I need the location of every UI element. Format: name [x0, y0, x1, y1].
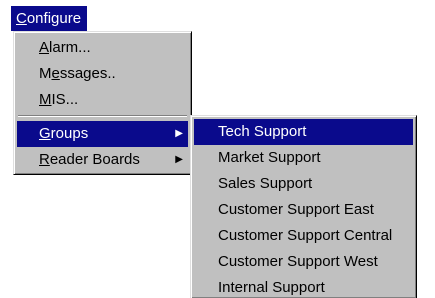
- reader-boards-mnemonic: R: [39, 151, 50, 168]
- menu-item-messages[interactable]: Messages..: [17, 61, 188, 87]
- submenu-item-label: Tech Support: [218, 123, 307, 140]
- submenu-item-sales-support[interactable]: Sales Support: [194, 171, 413, 197]
- messages-mnemonic: e: [51, 65, 60, 82]
- groups-label: roups: [50, 125, 89, 142]
- messages-label-end: ssages..: [59, 65, 116, 82]
- submenu-arrow-icon: ▶: [175, 154, 183, 165]
- menu-item-alarm[interactable]: Alarm...: [17, 35, 188, 61]
- submenu-item-tech-support[interactable]: Tech Support: [194, 119, 413, 145]
- submenu-item-customer-support-east[interactable]: Customer Support East: [194, 197, 413, 223]
- alarm-mnemonic: A: [39, 39, 50, 56]
- configure-label: onfigure: [26, 10, 82, 27]
- submenu-item-label: Customer Support Central: [218, 227, 393, 244]
- groups-submenu: Tech Support Market Support Sales Suppor…: [190, 115, 417, 298]
- menu-separator: [18, 115, 187, 117]
- menu-item-groups[interactable]: Groups ▶: [17, 121, 188, 147]
- messages-label-start: M: [39, 65, 52, 82]
- mis-mnemonic: M: [39, 91, 52, 108]
- configure-menu-title[interactable]: Configure: [11, 6, 88, 31]
- configure-dropdown-menu: Alarm... Messages.. MIS... Groups ▶ Read…: [13, 31, 192, 175]
- menu-item-reader-boards[interactable]: Reader Boards ▶: [17, 147, 188, 173]
- submenu-item-customer-support-west[interactable]: Customer Support West: [194, 249, 413, 275]
- reader-boards-label: eader Boards: [49, 151, 140, 168]
- submenu-item-label: Customer Support West: [218, 253, 378, 270]
- submenu-item-label: Market Support: [218, 149, 321, 166]
- alarm-label: larm...: [49, 39, 91, 56]
- submenu-item-label: Customer Support East: [218, 201, 374, 218]
- submenu-item-internal-support[interactable]: Internal Support: [194, 275, 413, 298]
- menu-item-mis[interactable]: MIS...: [17, 87, 188, 113]
- submenu-item-customer-support-central[interactable]: Customer Support Central: [194, 223, 413, 249]
- groups-mnemonic: G: [39, 125, 51, 142]
- submenu-item-label: Internal Support: [218, 279, 325, 296]
- submenu-arrow-icon: ▶: [175, 128, 183, 139]
- configure-mnemonic: C: [16, 10, 27, 27]
- submenu-item-label: Sales Support: [218, 175, 313, 192]
- submenu-item-market-support[interactable]: Market Support: [194, 145, 413, 171]
- mis-label: IS...: [51, 91, 79, 108]
